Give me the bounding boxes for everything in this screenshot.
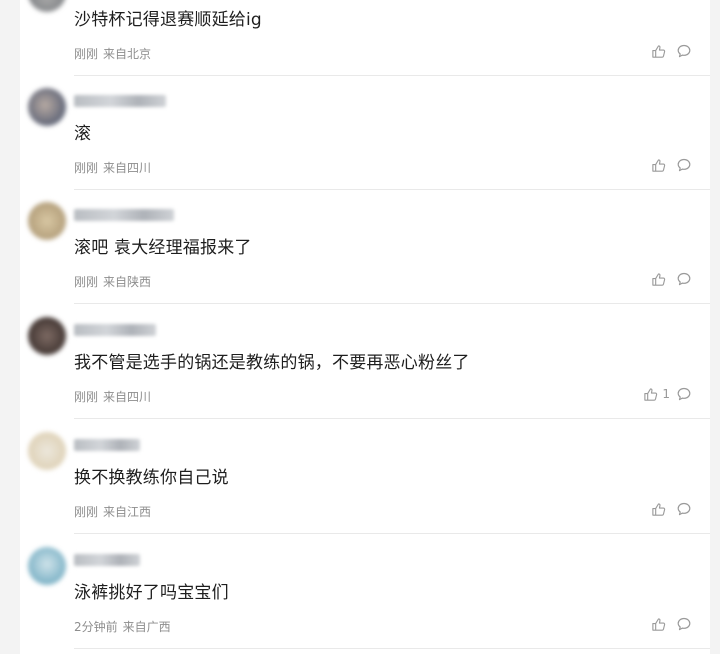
comment-time: 刚刚 xyxy=(74,505,99,519)
comment-time: 刚刚 xyxy=(74,161,99,175)
comment-meta: 刚刚 来自江西 xyxy=(74,503,151,520)
comment-meta: 刚刚 来自四川 xyxy=(74,159,151,176)
comment-bubble-icon xyxy=(676,386,692,402)
comment-text: 泳裤挑好了吗宝宝们 xyxy=(74,583,229,603)
comment-bubble-icon xyxy=(676,157,692,173)
thumbs-up-icon xyxy=(651,158,666,173)
like-button[interactable]: 1 xyxy=(630,385,670,403)
comment-bubble-icon xyxy=(676,43,692,59)
comment-bubble-icon xyxy=(676,271,692,287)
comment-meta: 刚刚 来自四川 xyxy=(74,388,151,405)
comment-list: 沙特杯记得退赛顺延给ig 刚刚 来自北京 滚 刚刚 来自四川 滚吧 袁大经理福报… xyxy=(20,0,710,654)
divider xyxy=(74,648,710,649)
avatar[interactable] xyxy=(28,0,66,12)
comment-time: 刚刚 xyxy=(74,390,99,404)
comment-time: 2分钟前 xyxy=(74,620,118,634)
reply-button[interactable] xyxy=(676,157,692,173)
comment-meta: 刚刚 来自北京 xyxy=(74,45,151,62)
like-button[interactable] xyxy=(630,156,670,174)
like-button[interactable] xyxy=(630,270,670,288)
comment-meta: 2分钟前 来自广西 xyxy=(74,618,171,635)
reply-button[interactable] xyxy=(676,271,692,287)
comment-time: 刚刚 xyxy=(74,47,99,61)
comment-text: 滚吧 袁大经理福报来了 xyxy=(74,238,252,258)
thumbs-up-icon xyxy=(643,387,658,402)
comment-location: 来自北京 xyxy=(103,47,152,61)
reply-button[interactable] xyxy=(676,501,692,517)
username-blurred[interactable] xyxy=(74,324,156,336)
comment-text: 换不换教练你自己说 xyxy=(74,468,229,488)
comment-location: 来自广西 xyxy=(122,620,171,634)
comment-location: 来自江西 xyxy=(103,505,152,519)
comment-text: 滚 xyxy=(74,124,92,144)
comment-text: 沙特杯记得退赛顺延给ig xyxy=(74,10,262,30)
comment-item: 我不管是选手的锅还是教练的锅，不要再恶心粉丝了 刚刚 来自四川 1 xyxy=(20,305,710,419)
comment-text: 我不管是选手的锅还是教练的锅，不要再恶心粉丝了 xyxy=(74,353,470,373)
comment-item: 滚吧 袁大经理福报来了 刚刚 来自陕西 xyxy=(20,190,710,304)
reply-button[interactable] xyxy=(676,386,692,402)
thumbs-up-icon xyxy=(651,44,666,59)
comment-bubble-icon xyxy=(676,616,692,632)
thumbs-up-icon xyxy=(651,272,666,287)
reply-button[interactable] xyxy=(676,616,692,632)
thumbs-up-icon xyxy=(651,617,666,632)
comment-location: 来自四川 xyxy=(103,390,152,404)
like-button[interactable] xyxy=(630,615,670,633)
avatar[interactable] xyxy=(28,547,66,585)
like-button[interactable] xyxy=(630,42,670,60)
divider xyxy=(74,533,710,534)
username-blurred[interactable] xyxy=(74,554,140,566)
avatar[interactable] xyxy=(28,432,66,470)
comment-item: 滚 刚刚 来自四川 xyxy=(20,76,710,190)
comment-meta: 刚刚 来自陕西 xyxy=(74,273,151,290)
username-blurred[interactable] xyxy=(74,209,174,221)
comment-item: 泳裤挑好了吗宝宝们 2分钟前 来自广西 xyxy=(20,535,710,649)
divider xyxy=(74,418,710,419)
comment-location: 来自四川 xyxy=(103,161,152,175)
avatar[interactable] xyxy=(28,202,66,240)
comment-item: 沙特杯记得退赛顺延给ig 刚刚 来自北京 xyxy=(20,0,710,76)
comment-location: 来自陕西 xyxy=(103,275,152,289)
avatar[interactable] xyxy=(28,317,66,355)
comment-item: 换不换教练你自己说 刚刚 来自江西 xyxy=(20,420,710,534)
like-button[interactable] xyxy=(630,500,670,518)
comment-time: 刚刚 xyxy=(74,275,99,289)
divider xyxy=(74,303,710,304)
username-blurred[interactable] xyxy=(74,439,140,451)
like-count: 1 xyxy=(662,387,670,401)
avatar[interactable] xyxy=(28,88,66,126)
username-blurred[interactable] xyxy=(74,95,166,107)
comment-bubble-icon xyxy=(676,501,692,517)
reply-button[interactable] xyxy=(676,43,692,59)
thumbs-up-icon xyxy=(651,502,666,517)
